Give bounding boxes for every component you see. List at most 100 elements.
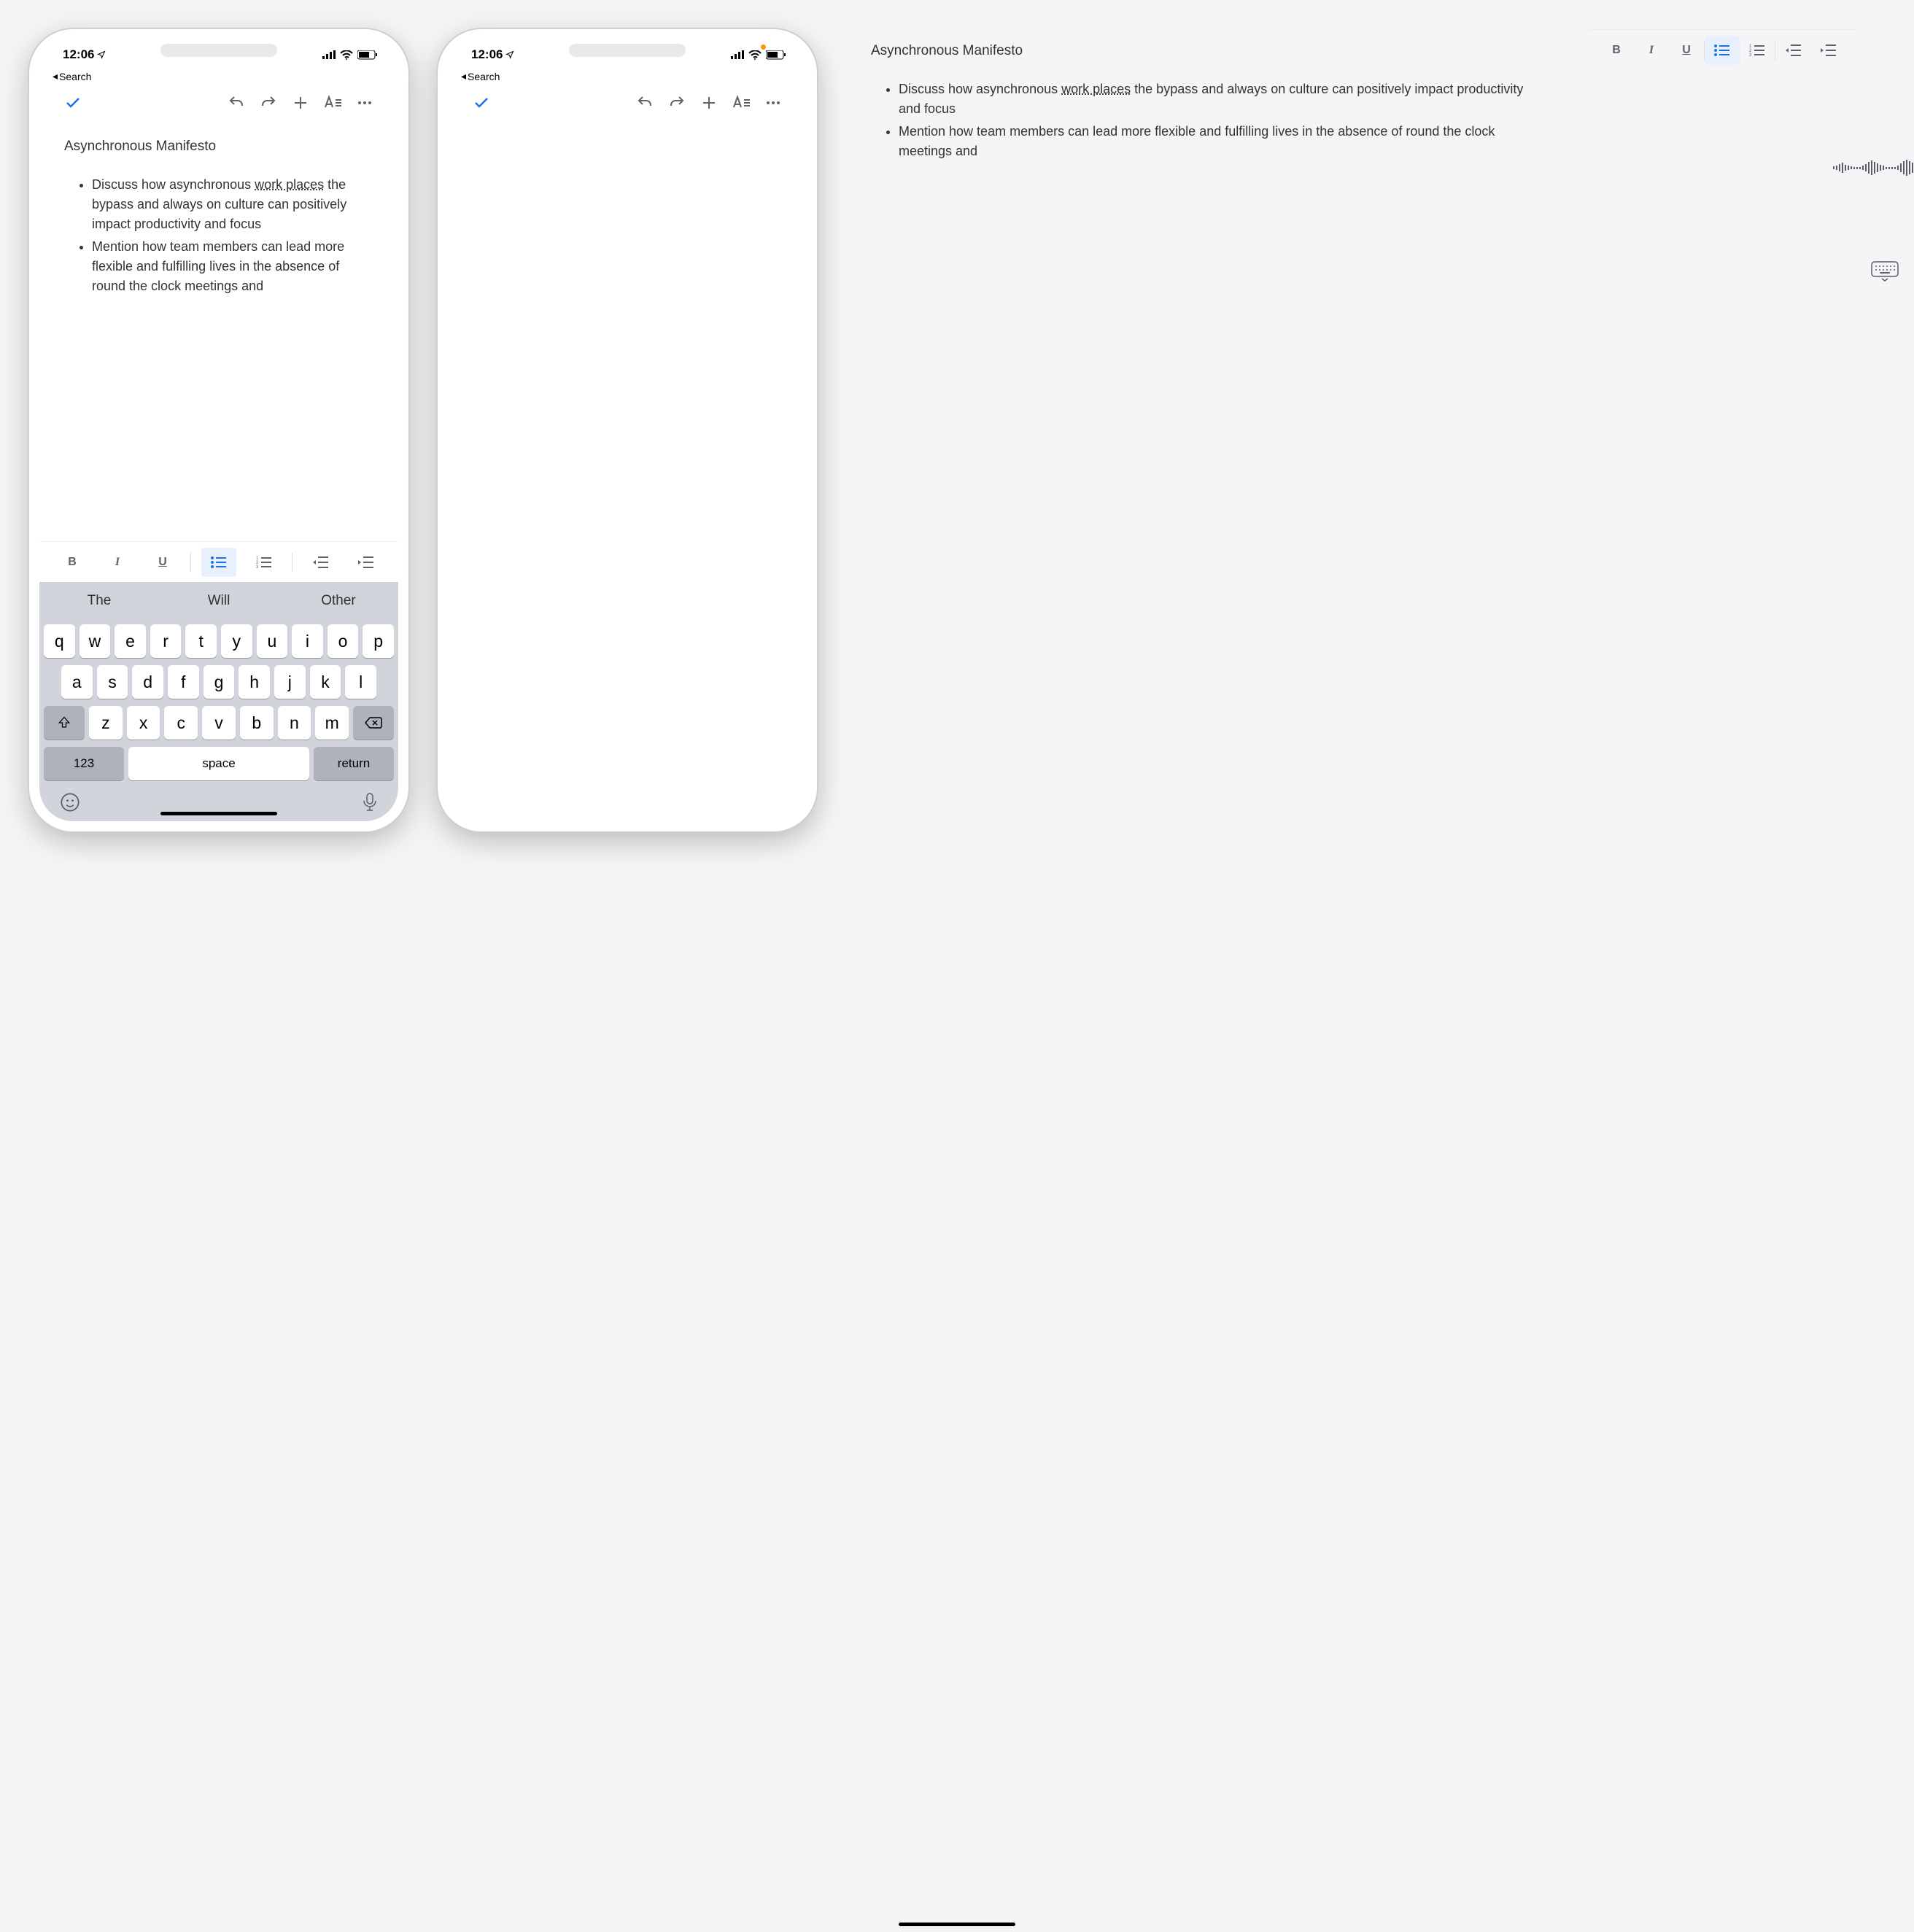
done-button[interactable] bbox=[57, 94, 89, 112]
editor-top-toolbar bbox=[448, 87, 807, 125]
indent-button[interactable] bbox=[1810, 36, 1845, 65]
numbered-list-button[interactable]: 123 bbox=[247, 548, 282, 577]
key-d[interactable]: d bbox=[132, 665, 163, 699]
text-format-button[interactable] bbox=[317, 94, 349, 112]
divider bbox=[190, 553, 191, 572]
key-q[interactable]: q bbox=[44, 624, 75, 658]
key-b[interactable]: b bbox=[240, 706, 274, 740]
back-label: Search bbox=[59, 71, 91, 82]
back-to-search[interactable]: ◂ Search bbox=[39, 70, 398, 87]
bullet-item: Mention how team members can lead more f… bbox=[899, 122, 1535, 161]
show-keyboard-button[interactable] bbox=[1871, 261, 1899, 282]
wifi-icon bbox=[340, 50, 353, 60]
indent-icon bbox=[357, 556, 373, 569]
key-s[interactable]: s bbox=[97, 665, 128, 699]
italic-button[interactable]: I bbox=[1634, 36, 1669, 65]
home-indicator[interactable] bbox=[899, 1923, 1015, 1926]
key-backspace[interactable] bbox=[353, 706, 394, 740]
numbered-list-icon: 123 bbox=[1749, 44, 1765, 57]
redo-button[interactable] bbox=[661, 94, 693, 112]
suggestion[interactable]: Will bbox=[159, 593, 279, 609]
check-icon bbox=[64, 94, 82, 112]
key-i[interactable]: i bbox=[292, 624, 323, 658]
insert-button[interactable] bbox=[693, 94, 725, 112]
document-body[interactable]: Asynchronous Manifesto Discuss how async… bbox=[39, 125, 398, 541]
dictation-button[interactable] bbox=[362, 792, 378, 812]
back-label: Search bbox=[468, 71, 500, 82]
redo-button[interactable] bbox=[252, 94, 284, 112]
suggestion[interactable]: Other bbox=[279, 593, 398, 609]
done-button[interactable] bbox=[465, 94, 497, 112]
key-h[interactable]: h bbox=[239, 665, 270, 699]
outdent-icon bbox=[1785, 44, 1801, 57]
key-a[interactable]: a bbox=[61, 665, 93, 699]
notch bbox=[142, 39, 295, 61]
emoji-button[interactable] bbox=[60, 792, 80, 812]
key-k[interactable]: k bbox=[310, 665, 341, 699]
key-w[interactable]: w bbox=[80, 624, 111, 658]
key-return[interactable]: return bbox=[314, 747, 394, 780]
text-format-icon bbox=[323, 94, 342, 112]
battery-icon bbox=[766, 50, 786, 60]
document-title: Asynchronous Manifesto bbox=[64, 136, 373, 158]
key-r[interactable]: r bbox=[150, 624, 182, 658]
key-numbers[interactable]: 123 bbox=[44, 747, 124, 780]
undo-icon bbox=[228, 94, 245, 112]
bullet-item: Discuss how asynchronous work places the… bbox=[92, 175, 373, 234]
key-space[interactable]: space bbox=[128, 747, 309, 780]
outdent-button[interactable] bbox=[1775, 36, 1810, 65]
key-m[interactable]: m bbox=[315, 706, 349, 740]
undo-button[interactable] bbox=[629, 94, 661, 112]
key-y[interactable]: y bbox=[221, 624, 252, 658]
key-o[interactable]: o bbox=[328, 624, 359, 658]
bold-button[interactable]: B bbox=[1599, 36, 1634, 65]
key-c[interactable]: c bbox=[164, 706, 198, 740]
back-chevron-icon: ◂ bbox=[461, 70, 466, 82]
key-x[interactable]: x bbox=[127, 706, 160, 740]
back-to-search[interactable]: ◂ Search bbox=[448, 70, 807, 87]
emoji-icon bbox=[60, 792, 80, 812]
keyboard-suggestions: The Will Other bbox=[39, 582, 398, 620]
document-body[interactable]: Asynchronous Manifesto Discuss how async… bbox=[846, 29, 1560, 831]
key-f[interactable]: f bbox=[168, 665, 199, 699]
location-arrow-icon bbox=[505, 50, 514, 59]
insert-button[interactable] bbox=[284, 94, 317, 112]
bulleted-list-button[interactable] bbox=[1705, 36, 1740, 65]
undo-button[interactable] bbox=[220, 94, 252, 112]
dictation-waveform bbox=[1833, 160, 1914, 176]
format-toolbar: B I U 123 bbox=[1589, 29, 1856, 70]
key-t[interactable]: t bbox=[185, 624, 217, 658]
key-v[interactable]: v bbox=[202, 706, 236, 740]
italic-button[interactable]: I bbox=[100, 548, 135, 577]
key-shift[interactable] bbox=[44, 706, 85, 740]
bold-button[interactable]: B bbox=[55, 548, 90, 577]
key-n[interactable]: n bbox=[278, 706, 311, 740]
key-g[interactable]: g bbox=[204, 665, 235, 699]
indent-button[interactable] bbox=[348, 548, 383, 577]
numbered-list-icon: 123 bbox=[256, 556, 272, 569]
svg-text:3: 3 bbox=[1749, 53, 1752, 57]
key-l[interactable]: l bbox=[345, 665, 376, 699]
bulleted-list-icon bbox=[1714, 44, 1730, 57]
keyboard-panel: The Will Other q w e r t y u i o p a s d… bbox=[39, 582, 398, 821]
more-button[interactable] bbox=[349, 94, 381, 112]
home-indicator[interactable] bbox=[160, 812, 277, 815]
key-e[interactable]: e bbox=[115, 624, 146, 658]
suggestion[interactable]: The bbox=[39, 593, 159, 609]
numbered-list-button[interactable]: 123 bbox=[1740, 36, 1775, 65]
bulleted-list-icon bbox=[211, 556, 227, 569]
key-p[interactable]: p bbox=[363, 624, 394, 658]
format-toolbar: B I U 123 bbox=[39, 541, 398, 582]
underline-button[interactable]: U bbox=[145, 548, 180, 577]
key-u[interactable]: u bbox=[257, 624, 288, 658]
more-horizontal-icon bbox=[764, 94, 782, 112]
bulleted-list-button[interactable] bbox=[201, 548, 236, 577]
text-format-button[interactable] bbox=[725, 94, 757, 112]
underline-button[interactable]: U bbox=[1669, 36, 1704, 65]
shift-icon bbox=[57, 715, 71, 730]
key-z[interactable]: z bbox=[89, 706, 123, 740]
microphone-icon bbox=[362, 792, 378, 812]
outdent-button[interactable] bbox=[303, 548, 338, 577]
more-button[interactable] bbox=[757, 94, 789, 112]
key-j[interactable]: j bbox=[274, 665, 306, 699]
